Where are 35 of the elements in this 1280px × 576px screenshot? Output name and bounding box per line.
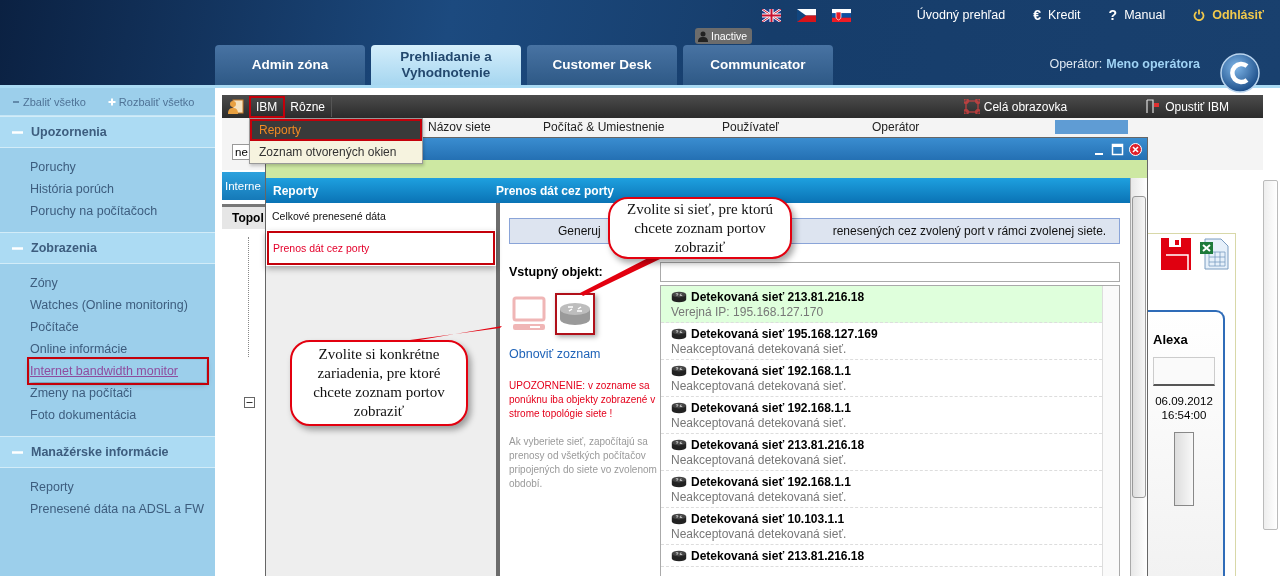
network-name: Detekovaná sieť 192.168.1.1 bbox=[691, 401, 851, 415]
section-title: Upozornenia bbox=[31, 125, 107, 139]
link-icon: ? bbox=[1108, 7, 1118, 23]
field-label: Vstupný objekt: bbox=[509, 265, 604, 279]
network-status: Neakceptovaná detekovaná sieť. bbox=[671, 342, 848, 356]
callout: Zvolite si sieť, pre ktorú chcete zoznam portov zobraziť bbox=[608, 197, 792, 259]
network-status: Neakceptovaná detekovaná sieť. bbox=[671, 453, 848, 467]
network-status: Neakceptovaná detekovaná sieť. bbox=[671, 379, 848, 393]
section-title: Manažérske informácie bbox=[31, 445, 169, 459]
panel-heading: Reporty bbox=[272, 183, 320, 198]
warning-text: UPOZORNENIE: v zozname sa ponúknu iba objekty zobrazené v strome topológie siete ! bbox=[509, 379, 657, 421]
network-name: Detekovaná sieť 213.81.216.18 bbox=[691, 438, 865, 452]
info-text: renesených cez zvolený port v rámci zvolenej siete. bbox=[832, 224, 1107, 238]
callout: Zvolite si konkrétne zariadenia, pre ktoré chcete zoznam portov zobraziť bbox=[290, 340, 468, 426]
network-name: Detekovaná sieť 192.168.1.1 bbox=[691, 364, 851, 378]
network-name: Detekovaná sieť 195.168.127.169 bbox=[691, 327, 878, 341]
tree-heading: Topol bbox=[222, 204, 267, 229]
network-name: Detekovaná sieť 213.81.216.18 bbox=[691, 290, 865, 304]
card-time: 16:54:00 bbox=[1161, 409, 1207, 421]
panel-heading: Prenos dát cez porty bbox=[496, 183, 615, 198]
card-title: Alexa bbox=[1153, 332, 1188, 347]
network-name: Detekovaná sieť 213.81.216.18 bbox=[691, 549, 865, 563]
network-status: Neakceptovaná detekovaná sieť. bbox=[671, 490, 848, 504]
network-status: Neakceptovaná detekovaná sieť. bbox=[671, 416, 848, 430]
card-date: 06.09.2012 bbox=[1155, 395, 1213, 407]
operator-label: Operátor: bbox=[1049, 57, 1103, 71]
section-title: Zobrazenia bbox=[31, 241, 97, 255]
network-status: Neakceptovaná detekovaná sieť. bbox=[671, 527, 848, 541]
network-name: Detekovaná sieť 10.103.1.1 bbox=[691, 512, 845, 526]
link-icon: € bbox=[1033, 7, 1041, 23]
status-badge: Inactive bbox=[695, 28, 753, 44]
info-text: Generuj bbox=[558, 224, 601, 238]
network-status: Verejná IP: 195.168.127.170 bbox=[671, 305, 825, 319]
note-text: Ak vyberiete sieť, započítajú sa prenosy od všetkých počítačov pripojených do siete vo zvolenom období. bbox=[509, 435, 658, 491]
network-name: Detekovaná sieť 192.168.1.1 bbox=[691, 475, 851, 489]
